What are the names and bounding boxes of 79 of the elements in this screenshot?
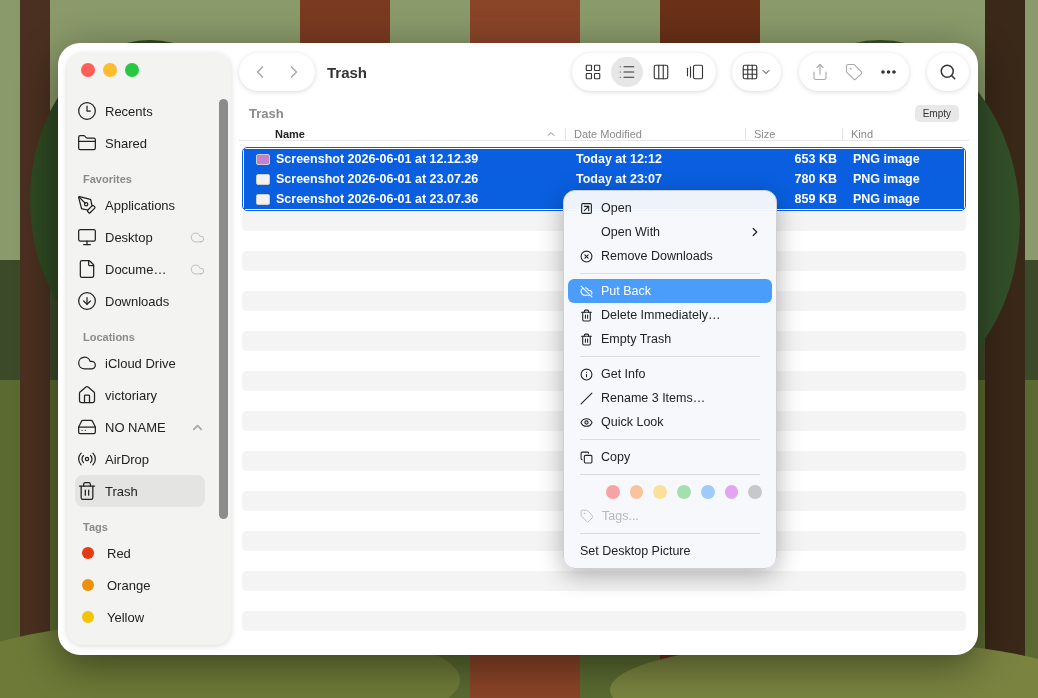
download-icon — [77, 291, 97, 311]
house-icon — [77, 385, 97, 405]
copy-icon — [580, 450, 593, 464]
menu-item[interactable]: Open — [568, 196, 772, 220]
empty-button[interactable]: Empty — [914, 105, 959, 122]
minimize-button[interactable] — [103, 63, 117, 77]
sidebar-item[interactable]: iCloud Drive — [75, 347, 205, 379]
sidebar-heading: Locations — [82, 330, 136, 345]
sidebar-item[interactable]: Docume… — [75, 253, 205, 285]
tag-icon — [580, 509, 594, 523]
remove-icon — [580, 249, 593, 263]
menu-item[interactable]: Quick Look — [568, 410, 772, 434]
menu-item[interactable]: Empty Trash — [568, 327, 772, 351]
tag-icon — [845, 63, 863, 81]
tag-color-dot[interactable] — [724, 485, 739, 499]
drive-icon — [77, 417, 97, 437]
tag-color-dot[interactable] — [629, 485, 644, 499]
file-row[interactable]: Screenshot 2026-06-01 at 23.07.26 Today at 23:07 780 KB PNG image — [244, 169, 964, 189]
menu-item[interactable]: Open With — [568, 220, 772, 244]
image-file-icon — [256, 193, 270, 205]
list-view-icon — [618, 63, 636, 81]
sidebar-item[interactable]: Shared — [75, 127, 205, 159]
crossed-icon — [580, 284, 593, 298]
window-title: Trash — [327, 63, 368, 81]
menu-item[interactable]: Get Info — [568, 362, 772, 386]
monitor-icon — [77, 227, 97, 247]
file-row[interactable]: Screenshot 2026-06-01 at 12.12.39 Today at 12:12 653 KB PNG image — [244, 149, 964, 169]
column-header[interactable]: Kind — [842, 128, 969, 140]
info-icon — [580, 367, 593, 381]
ellipsis-icon — [880, 70, 896, 74]
column-header[interactable]: Name — [275, 128, 305, 140]
folder-icon — [77, 133, 97, 153]
tag-color-dot[interactable] — [606, 485, 620, 499]
menu-item[interactable]: Remove Downloads — [568, 244, 772, 268]
trash-icon — [77, 481, 97, 501]
list-view-button[interactable] — [611, 57, 643, 87]
menu-item[interactable]: Set Desktop Picture — [568, 539, 772, 563]
sidebar-item[interactable]: Applications — [75, 189, 205, 221]
trash-icon — [580, 332, 593, 346]
tag-color-dot[interactable] — [748, 485, 763, 499]
sidebar-item[interactable]: Downloads — [75, 285, 205, 317]
tag-color-dot[interactable] — [653, 485, 668, 499]
document-icon — [77, 259, 97, 279]
sidebar-item[interactable]: Trash — [75, 475, 205, 507]
tag-color-dot[interactable] — [677, 485, 691, 499]
sidebar-heading: Favorites — [82, 172, 133, 187]
tag-color-dot[interactable] — [700, 485, 715, 499]
search-icon — [939, 63, 957, 81]
location-label: Trash — [249, 106, 284, 121]
sidebar-heading: Tags — [82, 520, 109, 535]
menu-item[interactable]: Copy — [568, 445, 772, 469]
sidebar-item[interactable]: victoriary — [75, 379, 205, 411]
sidebar-item[interactable]: AirDrop — [75, 443, 205, 475]
grid-icon — [741, 63, 759, 81]
sidebar-item[interactable]: Orange — [75, 569, 205, 601]
column-header[interactable]: Date Modified — [565, 128, 745, 140]
sidebar-item[interactable]: Yellow — [75, 601, 205, 633]
sidebar-item[interactable]: Recents — [75, 95, 205, 127]
eye-icon — [580, 415, 593, 429]
menu-item[interactable]: Delete Immediately… — [568, 303, 772, 327]
close-button[interactable] — [81, 63, 95, 77]
open-icon — [580, 201, 593, 215]
sidebar-item[interactable]: Red — [75, 537, 205, 569]
scrollbar[interactable] — [219, 99, 228, 519]
trash-icon — [580, 308, 593, 322]
image-file-icon — [256, 153, 270, 165]
menu-item[interactable]: Rename 3 Items… — [568, 386, 772, 410]
share-icon — [811, 63, 829, 81]
pencil-line-icon — [580, 391, 593, 405]
column-header[interactable]: Size — [745, 128, 842, 140]
zoom-button[interactable] — [125, 63, 139, 77]
gallery-view-icon — [686, 63, 704, 81]
grid-view-icon — [584, 63, 602, 81]
image-file-icon — [256, 173, 270, 185]
clock-icon — [77, 101, 97, 121]
pen-tool-icon — [77, 195, 97, 215]
columns-view-icon — [652, 63, 670, 81]
sidebar-item[interactable]: NO NAME — [75, 411, 205, 443]
sidebar-item[interactable]: Desktop — [75, 221, 205, 253]
